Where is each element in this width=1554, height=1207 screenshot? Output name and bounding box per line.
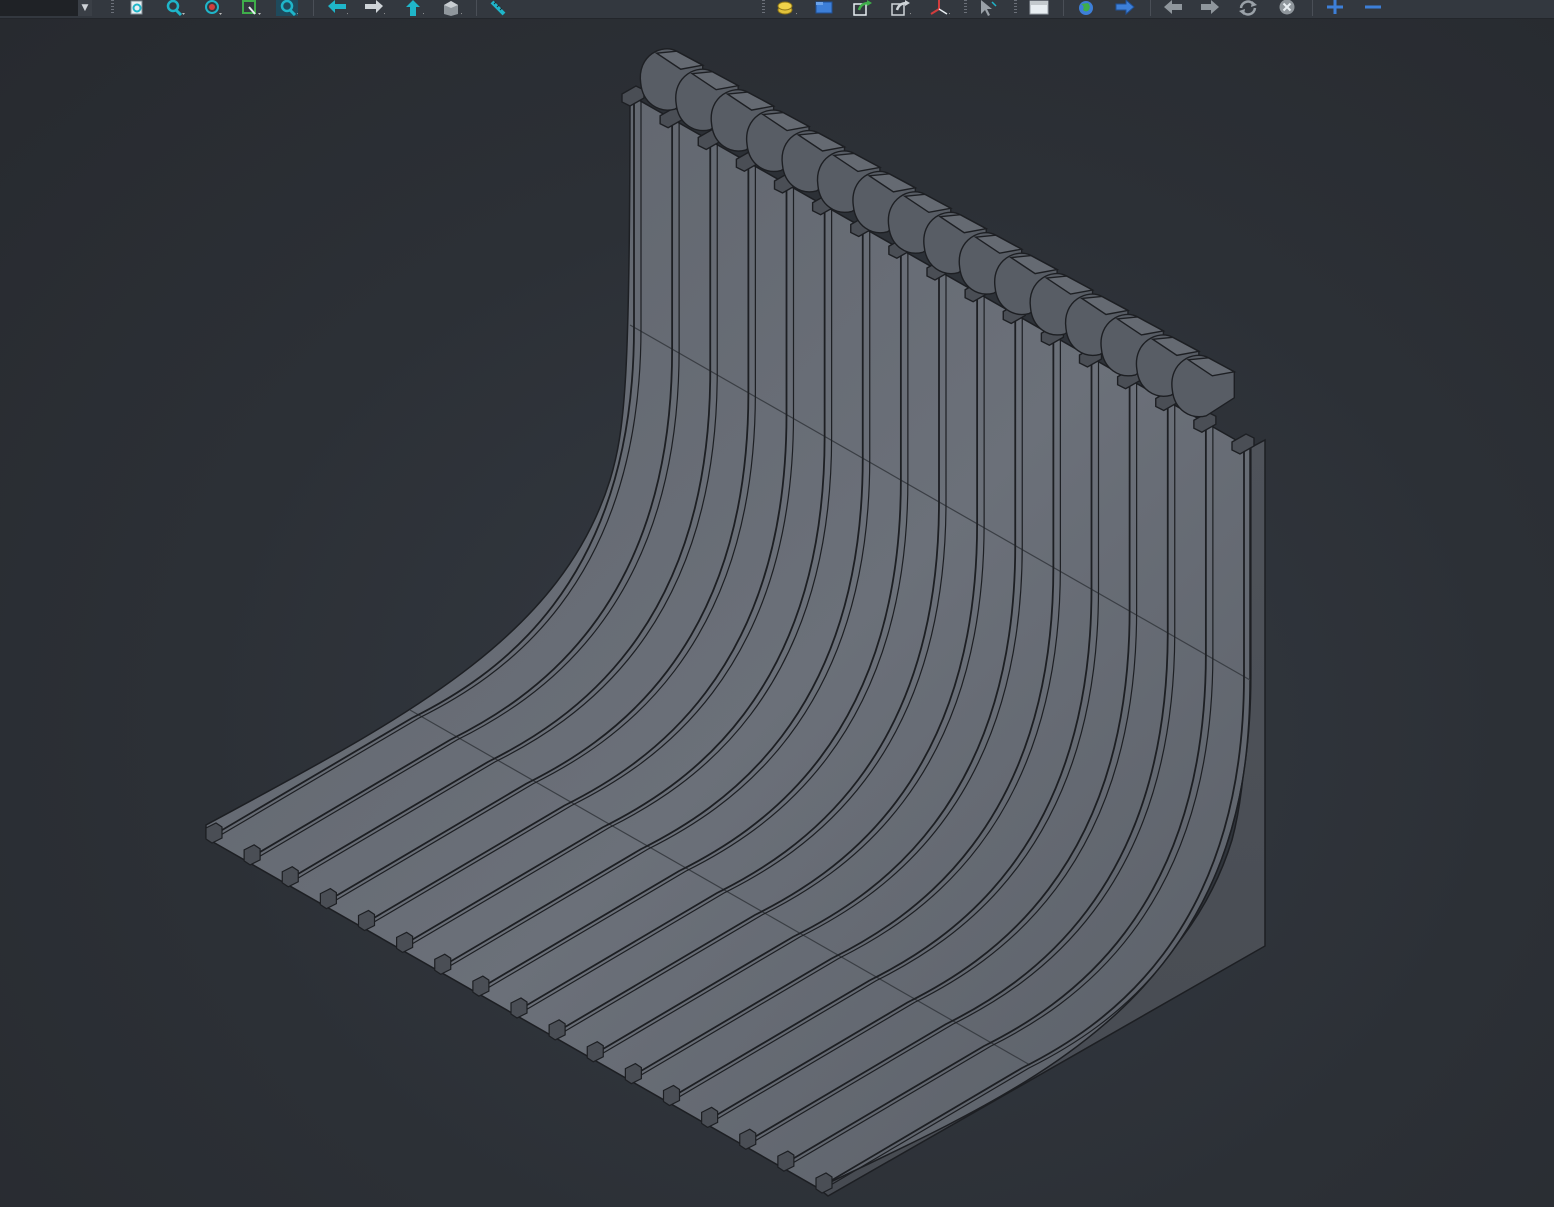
select-cursor-icon[interactable] xyxy=(976,0,998,16)
up-arrow-icon[interactable] xyxy=(402,0,424,16)
forward-arrow-icon[interactable] xyxy=(363,0,385,16)
minus-icon[interactable] xyxy=(1362,0,1384,16)
toolbar-divider xyxy=(1150,0,1151,16)
chevron-down-icon[interactable]: ▼ xyxy=(78,0,92,16)
axis-icon[interactable] xyxy=(928,0,950,16)
next-icon[interactable] xyxy=(1199,0,1221,16)
share-icon[interactable] xyxy=(851,0,873,16)
model-canvas[interactable] xyxy=(0,19,1554,1207)
close-icon[interactable] xyxy=(1276,0,1298,16)
model-viewport[interactable] xyxy=(0,19,1554,1207)
top-toolbar: ▼ xyxy=(0,0,1554,19)
refresh-icon[interactable] xyxy=(1237,0,1259,16)
layer-icon[interactable] xyxy=(775,0,797,16)
box-icon[interactable] xyxy=(1028,0,1050,16)
toolbar-grip[interactable] xyxy=(762,0,765,14)
zoom-previous-icon[interactable] xyxy=(201,0,223,16)
globe-icon[interactable] xyxy=(1075,0,1097,16)
measure-icon[interactable] xyxy=(487,0,509,16)
zoom-in-icon[interactable] xyxy=(276,0,298,16)
view-cube-icon[interactable] xyxy=(440,0,462,16)
toolbar-divider xyxy=(1312,0,1313,16)
export-icon[interactable] xyxy=(889,0,911,16)
plus-icon[interactable] xyxy=(1324,0,1346,16)
toolbar-grip[interactable] xyxy=(111,0,114,14)
zoom-window-icon[interactable] xyxy=(240,0,262,16)
send-arrow-icon[interactable] xyxy=(1113,0,1135,16)
toolbar-divider xyxy=(1063,0,1064,16)
toolbar-grip[interactable] xyxy=(964,0,967,14)
back-arrow-icon[interactable] xyxy=(326,0,348,16)
zoom-extents-icon[interactable] xyxy=(126,0,148,16)
folder-icon[interactable] xyxy=(813,0,835,16)
toolbar-divider xyxy=(476,0,477,16)
zoom-realtime-icon[interactable] xyxy=(164,0,186,16)
toolbar-grip[interactable] xyxy=(1014,0,1017,14)
toolbar-divider xyxy=(313,0,314,16)
previous-icon[interactable] xyxy=(1162,0,1184,16)
workspace-dropdown[interactable]: ▼ xyxy=(0,0,92,16)
